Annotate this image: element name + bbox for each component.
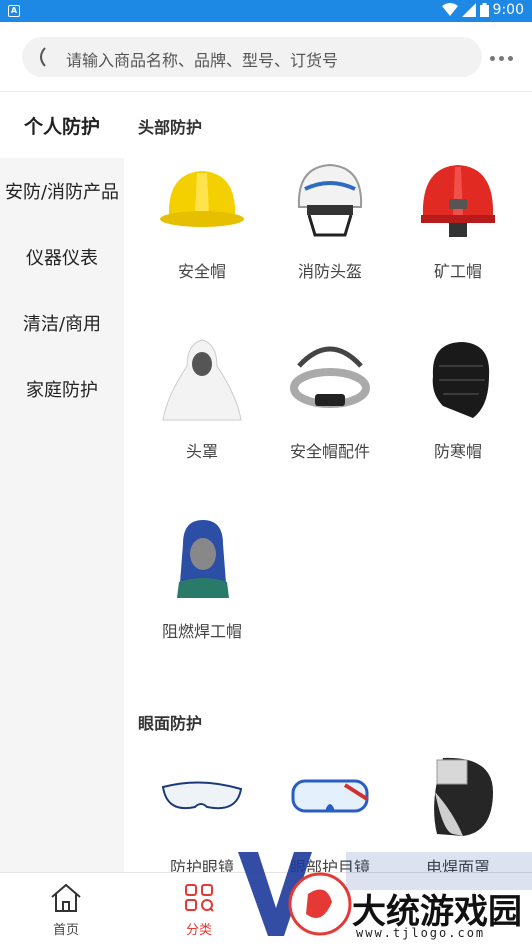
product-label: 安全帽配件 xyxy=(289,442,370,461)
battery-icon xyxy=(479,3,489,17)
product-label: 安全帽 xyxy=(177,262,226,281)
wifi-icon xyxy=(441,3,458,16)
section-title-head-protection: 头部防护 xyxy=(138,118,203,137)
product-label: 头罩 xyxy=(185,442,218,461)
product-miner-helmet[interactable]: 矿工帽 xyxy=(394,156,522,282)
back-icon[interactable] xyxy=(34,45,48,69)
tab-label: 分类 xyxy=(185,923,212,938)
product-welding-mask[interactable]: 电焊面罩 xyxy=(394,752,522,872)
safety-glasses-image xyxy=(157,752,247,842)
more-icon[interactable] xyxy=(490,48,520,68)
sidebar-item-security-fire[interactable]: 安防/消防产品 xyxy=(0,158,124,224)
product-welding-cap[interactable]: 阻燃焊工帽 xyxy=(138,516,266,642)
product-fire-helmet[interactable]: 消防头盔 xyxy=(266,156,394,282)
welding-mask-image xyxy=(413,752,503,842)
product-label: 防护眼镜 xyxy=(169,858,234,872)
miner-helmet-image xyxy=(413,156,503,246)
search-placeholder: 请输入商品名称、品牌、型号、订货号 xyxy=(66,51,339,70)
sidebar-item-instruments[interactable]: 仪器仪表 xyxy=(0,224,124,290)
product-label: 消防头盔 xyxy=(297,262,362,281)
welding-cap-image xyxy=(157,516,247,606)
search-input[interactable]: 请输入商品名称、品牌、型号、订货号 xyxy=(22,37,482,77)
tab-category[interactable]: 分类 xyxy=(164,883,234,938)
hood-image xyxy=(157,336,247,426)
clock: 9:00 xyxy=(492,2,524,18)
tab-home[interactable]: 首页 xyxy=(31,883,101,938)
product-label: 眼部护目镜 xyxy=(289,858,370,872)
category-sidebar: 个人防护 安防/消防产品 仪器仪表 清洁/商用 家庭防护 xyxy=(0,92,124,872)
product-label: 矿工帽 xyxy=(433,262,482,281)
tab-label: 首页 xyxy=(52,923,79,938)
app-notification-icon: A xyxy=(8,5,20,17)
product-label: 阻燃焊工帽 xyxy=(161,622,242,641)
fire-helmet-image xyxy=(285,156,375,246)
sidebar-item-home-protection[interactable]: 家庭防护 xyxy=(0,356,124,422)
product-safety-glasses[interactable]: 防护眼镜 xyxy=(138,752,266,872)
bottom-tab-bar: 首页 分类 xyxy=(0,872,532,944)
product-label: 防寒帽 xyxy=(433,442,482,461)
category-icon xyxy=(185,884,214,912)
safety-helmet-image xyxy=(157,156,247,246)
product-label: 电焊面罩 xyxy=(425,858,490,872)
product-safety-helmet[interactable]: 安全帽 xyxy=(138,156,266,282)
helmet-accessory-image xyxy=(285,336,375,426)
product-helmet-accessory[interactable]: 安全帽配件 xyxy=(266,336,394,462)
sidebar-item-cleaning[interactable]: 清洁/商用 xyxy=(0,290,124,356)
product-winter-hat[interactable]: 防寒帽 xyxy=(394,336,522,462)
sidebar-item-personal-protection[interactable]: 个人防护 xyxy=(0,92,124,158)
category-content: 头部防护 安全帽 消防头盔 矿工帽 头罩 安全帽配件 防寒帽 阻燃焊工帽 眼面防… xyxy=(124,92,532,872)
goggles-image xyxy=(285,752,375,842)
signal-icon xyxy=(461,3,476,17)
home-icon xyxy=(51,883,81,912)
section-title-eye-face-protection: 眼面防护 xyxy=(138,714,203,733)
product-hood[interactable]: 头罩 xyxy=(138,336,266,462)
product-goggles[interactable]: 眼部护目镜 xyxy=(266,752,394,872)
winter-hat-image xyxy=(413,336,503,426)
status-bar: A 9:00 xyxy=(0,0,532,22)
search-header: 请输入商品名称、品牌、型号、订货号 xyxy=(0,22,532,92)
